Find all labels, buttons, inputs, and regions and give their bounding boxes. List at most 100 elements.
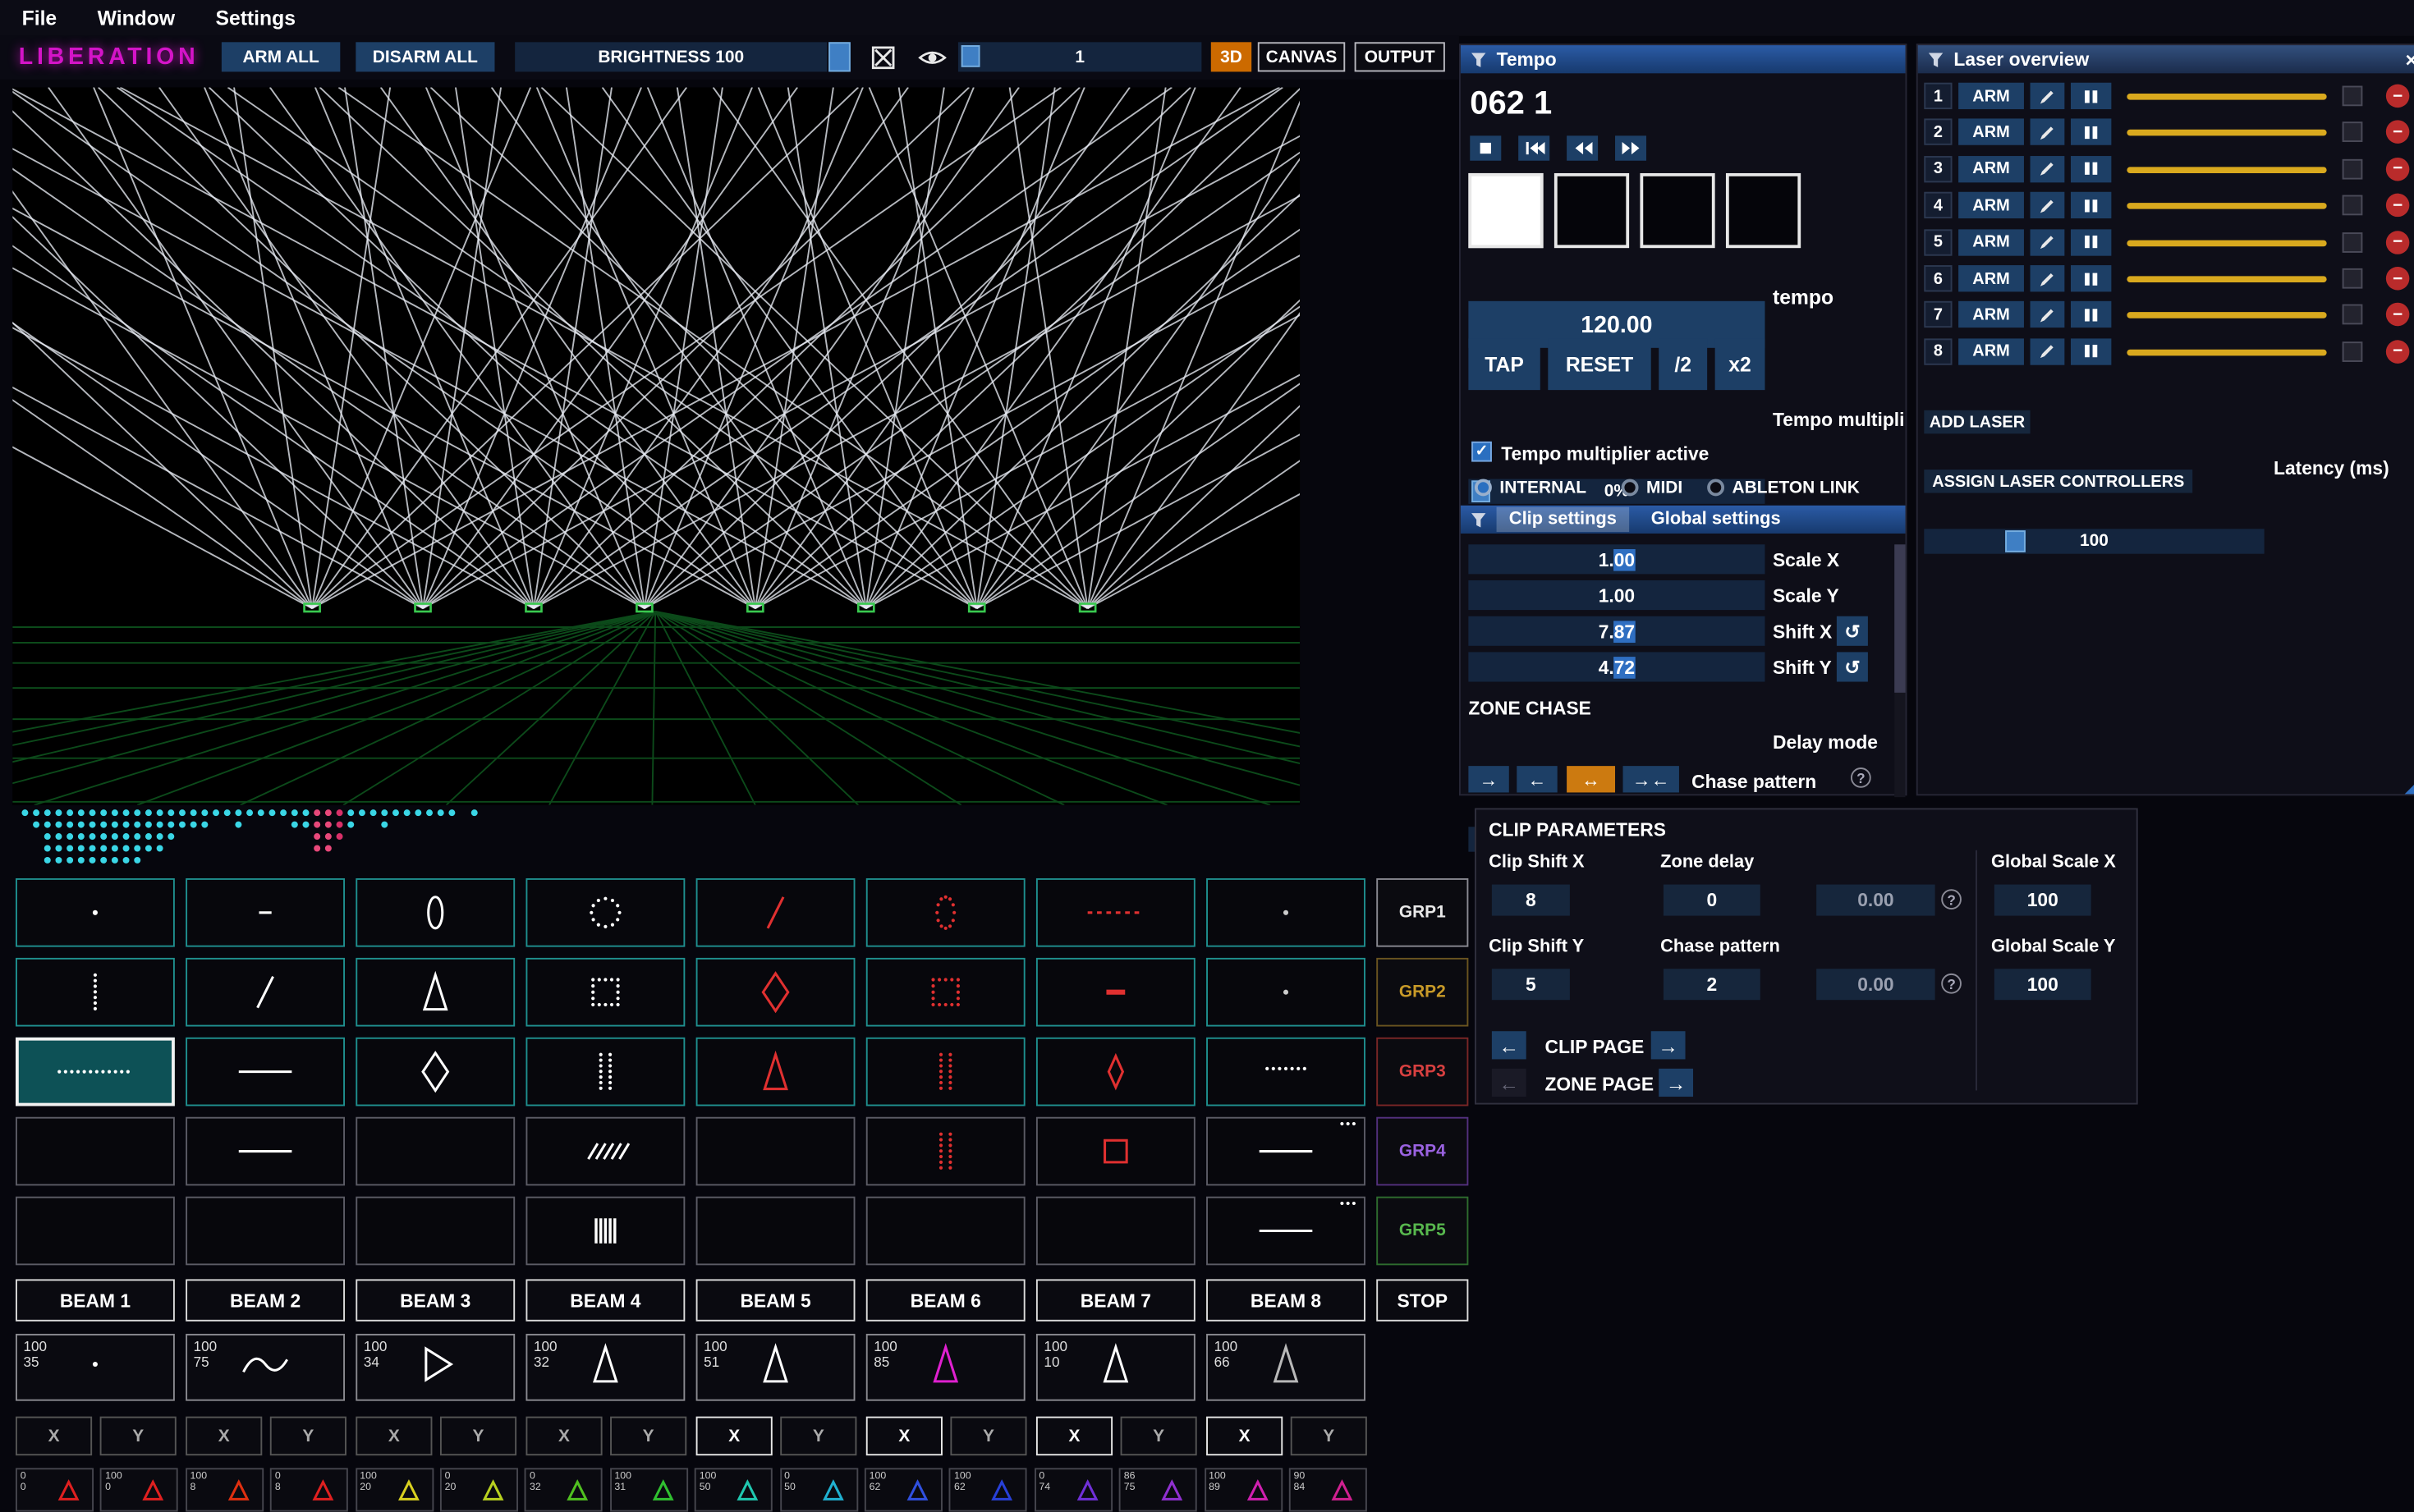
cue-cell-5[interactable]: 10051 [696, 1334, 856, 1401]
clip-cell-r1c2[interactable] [186, 878, 345, 947]
palette-cell-9[interactable]: 10050 [695, 1468, 773, 1511]
laser-intensity-slider[interactable] [2127, 130, 2326, 136]
laser-option-box[interactable] [2343, 341, 2363, 362]
clip-cell-r1c1[interactable] [16, 878, 175, 947]
clip-cell-r4c8[interactable]: ••• [1206, 1117, 1365, 1186]
global-scale-x-field[interactable]: 100 [1994, 885, 2091, 916]
palette-cell-3[interactable]: 1008 [186, 1468, 264, 1511]
laser-intensity-slider[interactable] [2127, 94, 2326, 100]
blackout-icon[interactable] [870, 45, 895, 70]
latency-slider-handle[interactable] [2005, 530, 2026, 552]
laser-intensity-slider[interactable] [2127, 349, 2326, 355]
param-value-field[interactable]: 7.87 [1468, 616, 1765, 646]
laser-intensity-slider[interactable] [2127, 313, 2326, 319]
cell-menu-dots-icon[interactable]: ••• [1340, 1117, 1358, 1131]
cue-cell-2[interactable]: 10075 [186, 1334, 345, 1401]
laser-option-box[interactable] [2343, 305, 2363, 325]
laser-edit-button[interactable] [2031, 83, 2065, 109]
param-reset-button[interactable]: ↺ [1837, 652, 1868, 681]
chase-pattern-bounce-button[interactable]: ↔ [1567, 766, 1615, 792]
chase-pattern-converge-button[interactable]: →← [1623, 766, 1679, 792]
beam-button-2[interactable]: BEAM 2 [186, 1279, 345, 1321]
global-scale-y-field[interactable]: 100 [1994, 969, 2091, 1000]
laser-remove-button[interactable]: − [2386, 231, 2410, 254]
x-toggle-1[interactable]: X [16, 1417, 92, 1456]
beam-button-7[interactable]: BEAM 7 [1036, 1279, 1196, 1321]
y-toggle-3[interactable]: Y [440, 1417, 516, 1456]
palette-cell-16[interactable]: 9084 [1289, 1468, 1367, 1511]
help-icon[interactable]: ? [1851, 767, 1871, 788]
laser-edit-button[interactable] [2031, 192, 2065, 218]
clip-cell-r2c1[interactable] [16, 958, 175, 1027]
clip-cell-r3c8[interactable] [1206, 1038, 1365, 1107]
menu-file[interactable]: File [22, 7, 57, 30]
laser-preview-viewport[interactable] [12, 87, 1300, 804]
disarm-all-button[interactable]: DISARM ALL [356, 42, 494, 71]
laser-intensity-slider[interactable] [2127, 203, 2326, 209]
clip-cell-r4c1[interactable] [16, 1117, 175, 1186]
laser-arm-button[interactable]: ARM [1958, 265, 2024, 291]
clip-cell-r4c4[interactable] [525, 1117, 685, 1186]
laser-option-box[interactable] [2343, 158, 2363, 179]
param-value-field[interactable]: 1.00 [1468, 544, 1765, 574]
clip-shift-x-field[interactable]: 8 [1492, 885, 1570, 916]
laser-edit-button[interactable] [2031, 338, 2065, 364]
group-button-grp2[interactable]: GRP2 [1376, 958, 1468, 1027]
laser-pause-button[interactable] [2071, 229, 2111, 255]
assign-laser-controllers-button[interactable]: ASSIGN LASER CONTROLLERS [1924, 470, 2192, 493]
x-toggle-2[interactable]: X [186, 1417, 262, 1456]
palette-cell-13[interactable]: 074 [1035, 1468, 1113, 1511]
laser-arm-button[interactable]: ARM [1958, 192, 2024, 218]
palette-cell-11[interactable]: 10062 [865, 1468, 943, 1511]
laser-intensity-slider[interactable] [2127, 167, 2326, 173]
laser-pause-button[interactable] [2071, 265, 2111, 291]
laser-remove-button[interactable]: − [2386, 85, 2410, 108]
clip-cell-r5c1[interactable] [16, 1197, 175, 1266]
view-3d-button[interactable]: 3D [1211, 42, 1251, 71]
menu-settings[interactable]: Settings [215, 7, 295, 30]
scrollbar-thumb[interactable] [1894, 544, 1905, 693]
laser-option-box[interactable] [2343, 122, 2363, 143]
clip-cell-r1c4[interactable] [525, 878, 685, 947]
clip-settings-scrollbar[interactable] [1894, 544, 1905, 797]
laser-remove-button[interactable]: − [2386, 158, 2410, 181]
y-toggle-1[interactable]: Y [100, 1417, 177, 1456]
clip-cell-r5c4[interactable] [525, 1197, 685, 1266]
palette-cell-14[interactable]: 8675 [1119, 1468, 1197, 1511]
laser-option-box[interactable] [2343, 268, 2363, 289]
clip-cell-r5c5[interactable] [696, 1197, 856, 1266]
latency-slider[interactable]: 100 [1924, 529, 2264, 553]
laser-edit-button[interactable] [2031, 265, 2065, 291]
cue-cell-7[interactable]: 10010 [1036, 1334, 1196, 1401]
beam-button-6[interactable]: BEAM 6 [866, 1279, 1026, 1321]
laser-edit-button[interactable] [2031, 229, 2065, 255]
clip-cell-r2c8[interactable] [1206, 958, 1365, 1027]
clip-cell-r4c2[interactable] [186, 1117, 345, 1186]
chase-pattern-field[interactable]: 2 [1664, 969, 1760, 1000]
clip-cell-r4c3[interactable] [356, 1117, 515, 1186]
beam-button-8[interactable]: BEAM 8 [1206, 1279, 1365, 1321]
clip-cell-r3c3[interactable] [356, 1038, 515, 1107]
palette-cell-12[interactable]: 10062 [949, 1468, 1027, 1511]
laser-remove-button[interactable]: − [2386, 340, 2410, 364]
canvas-button[interactable]: CANVAS [1258, 42, 1345, 71]
laser-arm-button[interactable]: ARM [1958, 229, 2024, 255]
laser-pause-button[interactable] [2071, 302, 2111, 328]
clip-cell-r3c7[interactable] [1036, 1038, 1196, 1107]
palette-cell-1[interactable]: 00 [16, 1468, 94, 1511]
x-toggle-5[interactable]: X [696, 1417, 773, 1456]
clip-shift-y-field[interactable]: 5 [1492, 969, 1570, 1000]
clip-cell-r3c6[interactable] [866, 1038, 1026, 1107]
clip-cell-r2c5[interactable] [696, 958, 856, 1027]
cue-cell-4[interactable]: 10032 [525, 1334, 685, 1401]
param-value-field[interactable]: 4.72 [1468, 652, 1765, 681]
palette-cell-2[interactable]: 1000 [100, 1468, 178, 1511]
x-toggle-6[interactable]: X [866, 1417, 943, 1456]
y-toggle-4[interactable]: Y [610, 1417, 686, 1456]
chase-pattern-left-button[interactable]: ← [1517, 766, 1557, 792]
clip-cell-r3c2[interactable] [186, 1038, 345, 1107]
clip-cell-r2c7[interactable] [1036, 958, 1196, 1027]
y-toggle-2[interactable]: Y [270, 1417, 346, 1456]
clip-cell-r5c2[interactable] [186, 1197, 345, 1266]
laser-intensity-slider[interactable] [2127, 240, 2326, 246]
